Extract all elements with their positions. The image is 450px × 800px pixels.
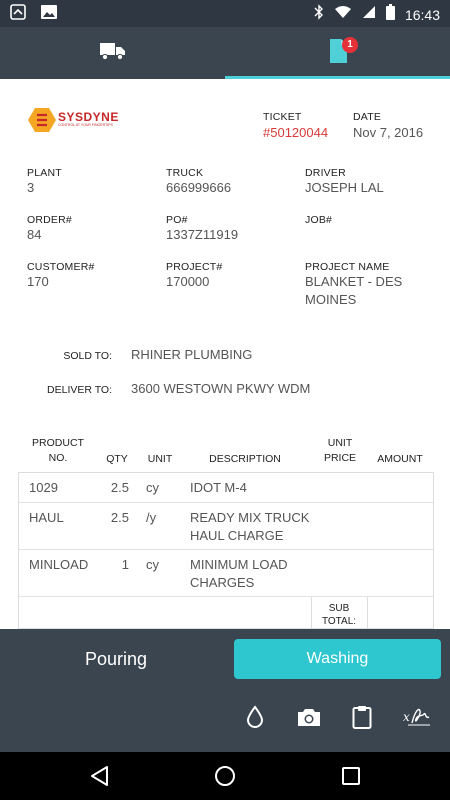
sysdyne-logo: SYSDYNE CONTROL AT YOUR FINGERTIPS	[28, 107, 118, 133]
back-button[interactable]	[85, 762, 113, 790]
header-description: DESCRIPTION	[209, 453, 281, 465]
truck-value: 666999666	[166, 180, 232, 195]
signal-icon	[362, 5, 376, 24]
subtotal-divider-left	[311, 597, 312, 629]
header-amount: AMOUNT	[377, 453, 423, 465]
header-product-1: PRODUCT	[32, 437, 84, 449]
line-items-table: 1029 2.5 cy IDOT M-4 HAUL 2.5 /y READY M…	[18, 472, 434, 629]
project-name-label: PROJECT NAME	[305, 261, 390, 273]
row-unit: cy	[146, 480, 159, 495]
order-label: ORDER#	[27, 214, 72, 226]
date-value: Nov 7, 2016	[353, 125, 424, 140]
battery-icon	[385, 4, 395, 25]
customer-value: 170	[27, 274, 49, 289]
row-product: MINLOAD	[29, 557, 89, 572]
status-bar: 16:43	[0, 0, 450, 27]
row-product: HAUL	[29, 510, 64, 525]
logo-icon	[28, 108, 56, 132]
deliver-to-value: 3600 WESTOWN PKWY WDM	[131, 381, 311, 396]
tab-bar: 1	[0, 27, 450, 79]
clock: 16:43	[404, 6, 440, 23]
tab-truck[interactable]	[0, 27, 225, 79]
truck-label: TRUCK	[166, 167, 204, 179]
row-description: MINIMUM LOAD	[190, 557, 288, 572]
row-description-line2: CHARGES	[190, 575, 255, 590]
po-label: PO#	[166, 214, 188, 226]
ticket-number: #50120044	[263, 125, 329, 140]
row-product: 1029	[29, 480, 58, 495]
home-button[interactable]	[211, 762, 239, 790]
row-description: IDOT M-4	[190, 480, 247, 495]
deliver-to-label: DELIVER TO:	[47, 384, 112, 396]
driver-value: JOSEPH LAL	[305, 180, 384, 195]
ticket-label: TICKET	[263, 111, 302, 123]
project-name-line2: MOINES	[305, 292, 357, 307]
subtotal-divider-right	[367, 597, 368, 629]
water-drop-icon[interactable]	[240, 703, 270, 731]
table-row: HAUL 2.5 /y READY MIX TRUCK HAUL CHARGE	[19, 503, 433, 550]
logo-brand: SYSDYNE	[58, 110, 119, 124]
customer-label: CUSTOMER#	[27, 261, 95, 273]
system-nav-bar	[0, 752, 450, 800]
row-qty: 2.5	[110, 480, 129, 495]
plant-value: 3	[27, 180, 35, 195]
row-unit: /y	[146, 510, 157, 525]
row-unit: cy	[146, 557, 159, 572]
row-description: READY MIX TRUCK	[190, 510, 310, 525]
logo-tagline: CONTROL AT YOUR FINGERTIPS	[58, 123, 113, 127]
po-value: 1337Z11919	[166, 227, 239, 242]
clipboard-icon[interactable]	[347, 703, 377, 731]
washing-button[interactable]: Washing	[234, 639, 441, 679]
svg-text:x: x	[403, 710, 410, 724]
pouring-button[interactable]: Pouring	[18, 639, 214, 679]
ticket-view: SYSDYNE CONTROL AT YOUR FINGERTIPS TICKE…	[0, 79, 450, 629]
header-qty: QTY	[106, 453, 128, 465]
table-row: 1029 2.5 cy IDOT M-4	[19, 473, 433, 503]
header-unit-price-2: PRICE	[323, 452, 357, 464]
job-label: JOB#	[305, 214, 333, 226]
table-row: MINLOAD 1 cy MINIMUM LOAD CHARGES	[19, 550, 433, 597]
sold-to-label: SOLD TO:	[63, 350, 112, 362]
notification-icon	[10, 4, 26, 25]
action-bar: Pouring Washing x	[0, 629, 450, 752]
header-product-2: NO.	[48, 452, 68, 464]
row-qty: 1	[121, 557, 129, 572]
notification-badge: 1	[342, 37, 358, 53]
date-label: DATE	[353, 111, 382, 123]
bluetooth-icon	[314, 4, 324, 25]
subtotal-label-2: TOTAL:	[321, 616, 357, 627]
header-unit: UNIT	[147, 453, 173, 465]
plant-label: PLANT	[27, 167, 62, 179]
project-name-line1: BLANKET - DES	[305, 274, 403, 289]
sold-to-value: RHINER PLUMBING	[131, 347, 253, 362]
camera-icon[interactable]	[294, 703, 324, 731]
wifi-icon	[334, 5, 352, 24]
order-value: 84	[27, 227, 42, 242]
project-value: 170000	[166, 274, 210, 289]
row-description-line2: HAUL CHARGE	[190, 528, 284, 543]
project-label: PROJECT#	[166, 261, 223, 273]
signature-icon[interactable]: x	[402, 703, 432, 731]
truck-icon	[99, 41, 126, 66]
tab-ticket[interactable]: 1	[225, 27, 450, 79]
subtotal-label-1: SUB	[328, 603, 350, 614]
driver-label: DRIVER	[305, 167, 346, 179]
recents-button[interactable]	[337, 762, 365, 790]
row-qty: 2.5	[110, 510, 129, 525]
header-unit-price-1: UNIT	[327, 437, 353, 449]
image-icon	[40, 4, 58, 25]
